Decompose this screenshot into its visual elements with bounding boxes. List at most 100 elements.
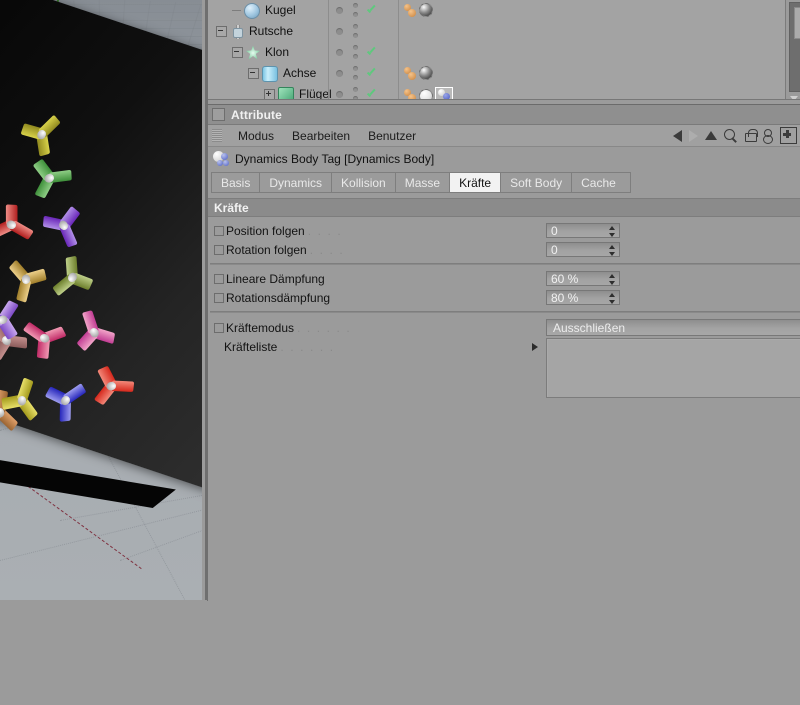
kraefteliste-dropzone[interactable] bbox=[546, 338, 800, 398]
object-tree-row[interactable]: Klon bbox=[208, 42, 777, 63]
visibility-render-dot-lower[interactable] bbox=[353, 33, 358, 38]
attribute-manager-titlebar: Attribute bbox=[208, 105, 800, 125]
param-toggle-box[interactable] bbox=[214, 244, 224, 255]
visibility-editor-dot[interactable] bbox=[336, 49, 343, 56]
param-value: 0 bbox=[551, 223, 558, 238]
param-toggle-box[interactable] bbox=[214, 322, 224, 333]
parameter-list: Position folgen. . . . 0 Rotation folgen. … bbox=[208, 217, 800, 400]
menu-modus[interactable]: Modus bbox=[229, 129, 283, 143]
scrollbar-thumb[interactable] bbox=[794, 7, 800, 39]
visibility-render-dot[interactable] bbox=[353, 3, 358, 8]
param-row-rotation-folgen: Rotation folgen. . . . 0 bbox=[208, 240, 800, 259]
param-field-lineare-daempfung[interactable]: 60 % bbox=[546, 271, 620, 286]
tab-cache[interactable]: Cache bbox=[572, 173, 625, 192]
param-dot-leader: . . . . . . bbox=[297, 320, 352, 335]
tab-dynamics[interactable]: Dynamics bbox=[260, 173, 333, 192]
param-toggle-box[interactable] bbox=[214, 225, 224, 236]
visibility-render-dot[interactable] bbox=[353, 45, 358, 50]
param-label: Lineare Dämpfung bbox=[226, 271, 325, 286]
param-value: 80 % bbox=[551, 290, 579, 305]
cylinder-icon bbox=[262, 65, 278, 82]
tree-collapse-toggle[interactable] bbox=[232, 47, 243, 58]
tree-branch-line bbox=[232, 10, 241, 11]
spinner-icon[interactable] bbox=[608, 226, 617, 237]
param-field-rotationsdaempfung[interactable]: 80 % bbox=[546, 290, 620, 305]
attribute-manager: Attribute Modus Bearbeiten Benutzer Dyna… bbox=[207, 104, 800, 705]
param-row-rotationsdaempfung: Rotationsdämpfung 80 % bbox=[208, 288, 800, 307]
param-toggle-box[interactable] bbox=[214, 292, 224, 303]
menu-grip-icon[interactable] bbox=[212, 129, 222, 142]
spinner-icon[interactable] bbox=[608, 274, 617, 285]
visibility-render-dot[interactable] bbox=[353, 87, 358, 92]
lock-icon[interactable] bbox=[744, 129, 758, 142]
enabled-check-icon[interactable] bbox=[366, 48, 376, 58]
object-tree-row[interactable]: Kugel bbox=[208, 0, 777, 21]
dynamics-body-tag-icon[interactable] bbox=[404, 66, 417, 80]
tree-collapse-toggle[interactable] bbox=[216, 26, 227, 37]
enabled-check-icon[interactable] bbox=[366, 69, 376, 79]
object-manager[interactable]: Kugel Rutsche Klon Achse Flügel bbox=[207, 0, 800, 104]
object-column-separator bbox=[328, 0, 329, 104]
panel-title: Attribute bbox=[231, 107, 282, 122]
param-row-lineare-daempfung: Lineare Dämpfung 60 % bbox=[208, 269, 800, 288]
param-label: Kräftemodus bbox=[226, 320, 295, 335]
tab-masse[interactable]: Masse bbox=[395, 173, 451, 192]
visibility-editor-dot[interactable] bbox=[336, 7, 343, 14]
kraeftemodus-value: Ausschließen bbox=[553, 320, 626, 335]
tab-soft-body[interactable]: Soft Body bbox=[501, 173, 573, 192]
expand-arrow-icon[interactable] bbox=[532, 343, 538, 351]
visibility-render-dot-lower[interactable] bbox=[353, 54, 358, 59]
object-tree-row[interactable]: Rutsche bbox=[208, 21, 777, 42]
visibility-editor-dot[interactable] bbox=[336, 28, 343, 35]
search-icon[interactable] bbox=[724, 129, 737, 142]
visibility-editor-dot[interactable] bbox=[336, 70, 343, 77]
propeller-object bbox=[45, 378, 87, 422]
param-field-rotation-folgen[interactable]: 0 bbox=[546, 242, 620, 257]
object-tree[interactable]: Kugel Rutsche Klon Achse Flügel bbox=[208, 0, 777, 104]
menu-benutzer[interactable]: Benutzer bbox=[359, 129, 425, 143]
panel-grip-icon[interactable] bbox=[212, 108, 225, 121]
param-toggle-box[interactable] bbox=[214, 273, 224, 284]
link-icon[interactable] bbox=[763, 128, 773, 144]
kraeftemodus-dropdown[interactable]: Ausschließen bbox=[546, 319, 800, 336]
tab-kollision[interactable]: Kollision bbox=[332, 173, 396, 192]
attribute-tabs[interactable]: Basis Dynamics Kollision Masse Kräfte Soft Bo… bbox=[211, 172, 631, 193]
material-tag-icon[interactable] bbox=[419, 3, 433, 17]
sphere-icon bbox=[244, 2, 260, 19]
viewport-3d[interactable] bbox=[0, 0, 207, 600]
visibility-render-dot-lower[interactable] bbox=[353, 12, 358, 17]
add-icon[interactable] bbox=[780, 127, 797, 144]
tab-kräfte[interactable]: Kräfte bbox=[450, 173, 502, 192]
visibility-render-dot[interactable] bbox=[353, 66, 358, 71]
visibility-editor-dot[interactable] bbox=[336, 91, 343, 98]
menu-bearbeiten[interactable]: Bearbeiten bbox=[283, 129, 359, 143]
material-tag-icon[interactable] bbox=[419, 66, 433, 80]
attribute-object-title: Dynamics Body Tag [Dynamics Body] bbox=[235, 151, 435, 166]
object-manager-scrollbar[interactable] bbox=[785, 0, 800, 104]
visibility-render-dot[interactable] bbox=[353, 24, 358, 29]
dynamics-body-tag-icon[interactable] bbox=[404, 3, 417, 17]
param-label: Position folgen bbox=[226, 223, 305, 238]
param-value: 60 % bbox=[551, 271, 579, 286]
propeller-object bbox=[51, 254, 93, 302]
spinner-icon[interactable] bbox=[608, 245, 617, 256]
param-label: Rotationsdämpfung bbox=[226, 290, 331, 305]
param-field-position-folgen[interactable]: 0 bbox=[546, 223, 620, 238]
up-arrow-icon[interactable] bbox=[705, 131, 717, 140]
visibility-render-dot-lower[interactable] bbox=[353, 75, 358, 80]
back-arrow-icon[interactable] bbox=[673, 129, 682, 142]
object-tree-row[interactable]: Achse bbox=[208, 63, 777, 84]
cloner-icon bbox=[246, 45, 260, 60]
param-dot-leader: . . . . . . bbox=[280, 340, 335, 354]
object-name: Rutsche bbox=[249, 24, 294, 38]
object-name: Achse bbox=[283, 66, 317, 80]
forward-arrow-icon[interactable] bbox=[689, 129, 698, 142]
tab-basis[interactable]: Basis bbox=[212, 173, 261, 192]
enabled-check-icon[interactable] bbox=[366, 6, 376, 16]
param-dot-leader: . . . . bbox=[309, 242, 345, 257]
spinner-icon[interactable] bbox=[608, 293, 617, 304]
section-header: Kräfte bbox=[208, 198, 800, 217]
attribute-menubar: Modus Bearbeiten Benutzer bbox=[208, 125, 800, 147]
scrollbar-track[interactable] bbox=[789, 2, 800, 92]
tree-collapse-toggle[interactable] bbox=[248, 68, 259, 79]
